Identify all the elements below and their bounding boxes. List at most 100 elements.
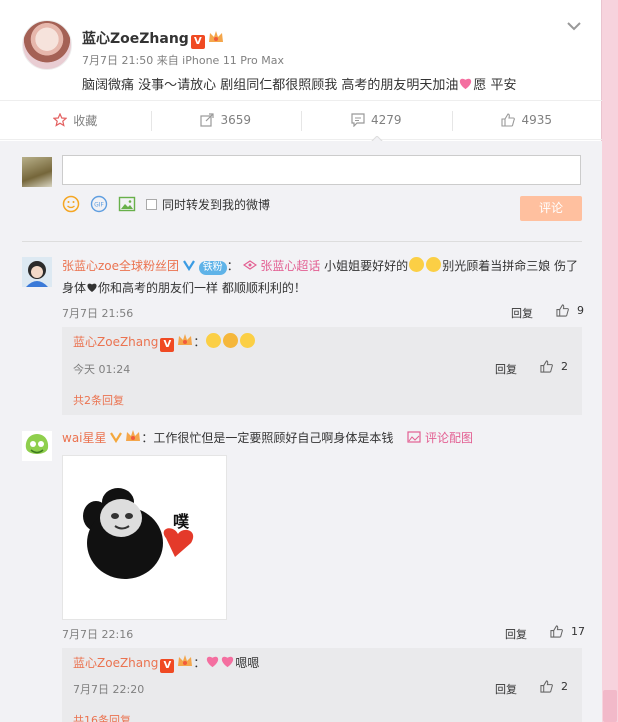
page-scrollbar[interactable] xyxy=(602,0,618,722)
weibo-post-card: 蓝心ZoeZhang V 7月7日 21:50 来自 iPhone 11 Pro … xyxy=(0,0,602,722)
post-header: 蓝心ZoeZhang V 7月7日 21:50 来自 iPhone 11 Pro … xyxy=(0,0,602,100)
post-text: 脑阔微痛 没事～请放心 剧组同仁都很照顾我 高考的朋友明天加油愿 平安 xyxy=(82,74,517,93)
comment-text: wai星星 ：工作很忙但是一定要照顾好自己啊身体是本钱 评论配图 xyxy=(62,427,473,449)
commenter-name[interactable]: 张蓝心zoe全球粉丝团 xyxy=(62,259,179,273)
more-replies-link[interactable]: 共16条回复 xyxy=(73,712,131,722)
current-user-avatar xyxy=(22,157,52,187)
crown-icon xyxy=(126,430,141,441)
verified-icon: V xyxy=(160,659,175,673)
panda-meme-icon xyxy=(83,488,194,579)
supertopic-icon xyxy=(242,260,257,270)
verified-icon: V xyxy=(160,338,175,352)
thumbs-up-icon xyxy=(540,360,553,373)
image-link-icon xyxy=(407,431,421,443)
like-count: 4935 xyxy=(521,113,553,127)
hug-emoji-icon xyxy=(426,257,442,272)
gif-icon[interactable]: GIF xyxy=(90,195,108,213)
heart-icon xyxy=(87,283,97,292)
post-meta: 7月7日 21:50 来自 iPhone 11 Pro Max xyxy=(82,54,284,67)
smirk-emoji-icon xyxy=(223,333,239,348)
like-button[interactable]: 4935 xyxy=(451,101,603,139)
chevron-down-icon[interactable] xyxy=(566,20,582,32)
comment-like-button[interactable]: 17 xyxy=(550,625,585,638)
sub-reply-like-count: 2 xyxy=(561,360,568,373)
action-bar: 收藏 3659 4279 4935 xyxy=(0,100,602,140)
comment-section: GIF 同时转发到我的微博 评论 张蓝心zoe全球粉丝团 铁粉： 张蓝心超话 小… xyxy=(0,141,602,722)
more-replies-link[interactable]: 共2条回复 xyxy=(73,392,124,408)
comment-text-part: 别光顾着当拼命三娘 伤了 xyxy=(442,259,579,273)
crown-icon xyxy=(178,334,193,345)
sub-reply-box: 蓝心ZoeZhang V： 今天 01:24 回复 2 共2条回复 xyxy=(62,327,582,415)
scrollbar-thumb[interactable] xyxy=(603,690,617,722)
post-text-part: 脑阔微痛 没事～请放心 剧组同仁都很照顾我 高考的朋友明天加油 xyxy=(82,78,459,93)
image-icon[interactable] xyxy=(118,195,136,213)
supertopic-link[interactable]: 张蓝心超话 xyxy=(260,259,320,273)
reply-button[interactable]: 回复 xyxy=(505,626,527,642)
comment-like-count: 17 xyxy=(571,625,585,638)
verified-icon: V xyxy=(190,35,205,49)
comment-like-count: 9 xyxy=(577,304,584,317)
thumbs-up-icon xyxy=(550,625,563,638)
star-icon xyxy=(53,113,68,127)
comment-input[interactable] xyxy=(62,155,581,185)
divider xyxy=(22,241,582,242)
author-name-row: 蓝心ZoeZhang V xyxy=(82,28,224,49)
victory-emoji-icon xyxy=(206,333,222,348)
author-name[interactable]: 蓝心ZoeZhang xyxy=(82,31,189,47)
sub-reply-time: 7月7日 22:20 xyxy=(73,683,145,696)
submit-comment-button[interactable]: 评论 xyxy=(520,196,582,221)
comment-count: 4279 xyxy=(370,113,402,127)
crown-icon xyxy=(208,31,223,42)
comment-icon xyxy=(351,113,365,127)
repost-count: 3659 xyxy=(220,113,252,127)
sub-reply-text: 蓝心ZoeZhang V：嗯嗯 xyxy=(73,655,260,673)
sub-reply-button[interactable]: 回复 xyxy=(495,361,517,377)
favorite-label: 收藏 xyxy=(73,113,98,128)
heart-emoji-icon xyxy=(460,78,472,90)
sub-reply-button[interactable]: 回复 xyxy=(495,681,517,697)
hug-emoji-icon xyxy=(409,257,425,272)
commenter-name[interactable]: wai星星 xyxy=(62,431,107,445)
thumbs-up-icon xyxy=(540,680,553,693)
heart-emoji-icon xyxy=(222,656,234,668)
comment-time: 7月7日 22:16 xyxy=(62,628,134,641)
fan-badge: 铁粉 xyxy=(198,261,227,275)
comment-text-part: ：工作很忙但是一定要照顾好自己啊身体是本钱 xyxy=(141,431,394,445)
sub-reply-box: 蓝心ZoeZhang V：嗯嗯 7月7日 22:20 回复 2 共16条回复 xyxy=(62,648,582,722)
comment-time: 7月7日 21:56 xyxy=(62,307,134,320)
comment-image-link[interactable]: 评论配图 xyxy=(425,431,473,445)
sub-reply-like-button[interactable]: 2 xyxy=(540,360,568,373)
author-avatar[interactable] xyxy=(22,20,72,70)
comment-text: 张蓝心zoe全球粉丝团 铁粉： 张蓝心超话 小姐姐要好好的 别光顾着当拼命三娘 伤… xyxy=(62,257,579,295)
share-icon xyxy=(200,113,215,127)
sub-reply-like-count: 2 xyxy=(561,680,568,693)
repost-checkbox[interactable] xyxy=(146,198,157,210)
favorite-button[interactable]: 收藏 xyxy=(0,101,151,139)
repost-checkbox-label: 同时转发到我的微博 xyxy=(162,197,271,212)
svg-text:GIF: GIF xyxy=(94,202,104,209)
thumbs-up-icon xyxy=(556,304,569,317)
reply-button[interactable]: 回复 xyxy=(511,305,533,321)
sub-reply-text-part: 嗯嗯 xyxy=(235,656,260,670)
commenter-avatar[interactable] xyxy=(22,431,52,461)
verified-blue-icon xyxy=(182,260,195,272)
sub-reply-time: 今天 01:24 xyxy=(73,363,131,376)
sub-reply-like-button[interactable]: 2 xyxy=(540,680,568,693)
repost-button[interactable]: 3659 xyxy=(150,101,302,139)
comment-text-part: 你和高考的朋友们一样 都顺顺利利的！ xyxy=(98,281,306,295)
meme-caption: 噗 xyxy=(173,512,190,531)
crown-icon xyxy=(178,655,193,666)
comment-button[interactable]: 4279 xyxy=(301,101,452,139)
sub-reply-author[interactable]: 蓝心ZoeZhang xyxy=(73,656,158,670)
comment-text-part: 身体 xyxy=(62,281,87,295)
emoji-icon[interactable] xyxy=(62,195,80,213)
comment-like-button[interactable]: 9 xyxy=(556,304,584,317)
sub-reply-text: 蓝心ZoeZhang V： xyxy=(73,331,256,353)
thumbs-up-icon xyxy=(501,113,516,127)
verified-gold-icon xyxy=(110,432,123,444)
commenter-avatar[interactable] xyxy=(22,257,52,287)
comment-text-part: 小姐姐要好好的 xyxy=(320,259,409,273)
comment-image[interactable]: 噗 xyxy=(62,455,227,620)
sub-reply-author[interactable]: 蓝心ZoeZhang xyxy=(73,335,158,349)
composer-tools: GIF 同时转发到我的微博 xyxy=(62,195,270,213)
